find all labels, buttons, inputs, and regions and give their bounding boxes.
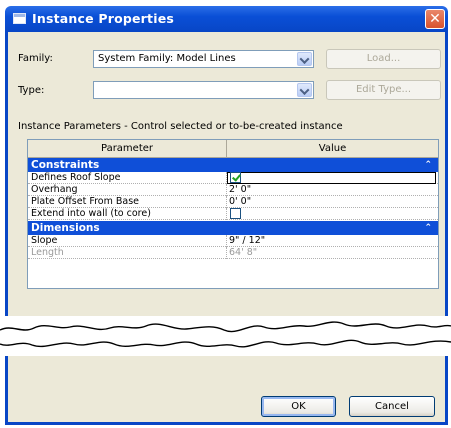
ok-button[interactable]: OK	[261, 396, 336, 417]
group-dimensions[interactable]: Dimensions ⌃	[28, 221, 438, 235]
window-icon	[13, 13, 26, 24]
param-row-plate-offset[interactable]: Plate Offset From Base 0' 0"	[28, 196, 438, 208]
param-row-extend-into-wall[interactable]: Extend into wall (to core)	[28, 208, 438, 220]
column-divider	[226, 208, 228, 220]
group-title: Constraints	[31, 159, 100, 171]
param-name: Slope	[31, 235, 58, 246]
torn-edge-graphic	[0, 316, 451, 356]
type-dropdown[interactable]	[93, 81, 314, 99]
param-value[interactable]: 0' 0"	[229, 196, 251, 208]
param-row-length: Length 64' 8"	[28, 247, 438, 259]
header-value[interactable]: Value	[227, 140, 438, 157]
edit-type-button[interactable]: Edit Type...	[326, 80, 441, 100]
param-name: Length	[31, 247, 64, 258]
family-value: System Family: Model Lines	[98, 53, 236, 64]
window-title: Instance Properties	[32, 11, 175, 26]
instance-params-label: Instance Parameters - Control selected o…	[18, 121, 343, 132]
type-label: Type:	[18, 85, 45, 96]
param-name: Overhang	[31, 184, 78, 195]
chevron-down-icon[interactable]	[297, 83, 312, 97]
group-constraints[interactable]: Constraints ⌃	[28, 158, 438, 172]
extend-into-wall-checkbox[interactable]	[230, 208, 241, 219]
chevron-down-icon[interactable]	[297, 52, 312, 66]
family-label: Family:	[18, 53, 53, 64]
column-divider	[226, 184, 228, 196]
column-divider	[226, 247, 228, 259]
param-name: Defines Roof Slope	[31, 172, 121, 183]
param-value[interactable]: 2' 0"	[229, 184, 251, 196]
param-row-slope[interactable]: Slope 9" / 12"	[28, 235, 438, 247]
defines-roof-slope-checkbox[interactable]	[230, 172, 241, 183]
group-title: Dimensions	[31, 222, 100, 234]
active-cell[interactable]	[227, 172, 436, 184]
collapse-icon[interactable]: ⌃	[424, 158, 432, 172]
column-divider	[226, 235, 228, 247]
close-button[interactable]: ✕	[425, 9, 445, 29]
param-value: 64' 8"	[229, 247, 258, 258]
param-row-defines-roof-slope[interactable]: Defines Roof Slope	[28, 172, 438, 184]
param-name: Plate Offset From Base	[31, 196, 140, 207]
param-name: Extend into wall (to core)	[31, 208, 151, 219]
family-dropdown[interactable]: System Family: Model Lines	[93, 50, 314, 68]
grid-header: Parameter Value	[28, 140, 438, 158]
load-button[interactable]: Load...	[326, 49, 441, 69]
header-parameter[interactable]: Parameter	[28, 140, 226, 157]
collapse-icon[interactable]: ⌃	[424, 221, 432, 235]
title-bar[interactable]: Instance Properties ✕	[5, 6, 448, 32]
property-grid[interactable]: Parameter Value Constraints ⌃ Defines Ro…	[27, 139, 439, 289]
cancel-button[interactable]: Cancel	[349, 396, 435, 417]
param-row-overhang[interactable]: Overhang 2' 0"	[28, 184, 438, 196]
column-divider	[226, 196, 228, 208]
instance-properties-dialog: Instance Properties ✕ Family: System Fam…	[0, 0, 451, 428]
param-value[interactable]: 9" / 12"	[229, 235, 265, 247]
